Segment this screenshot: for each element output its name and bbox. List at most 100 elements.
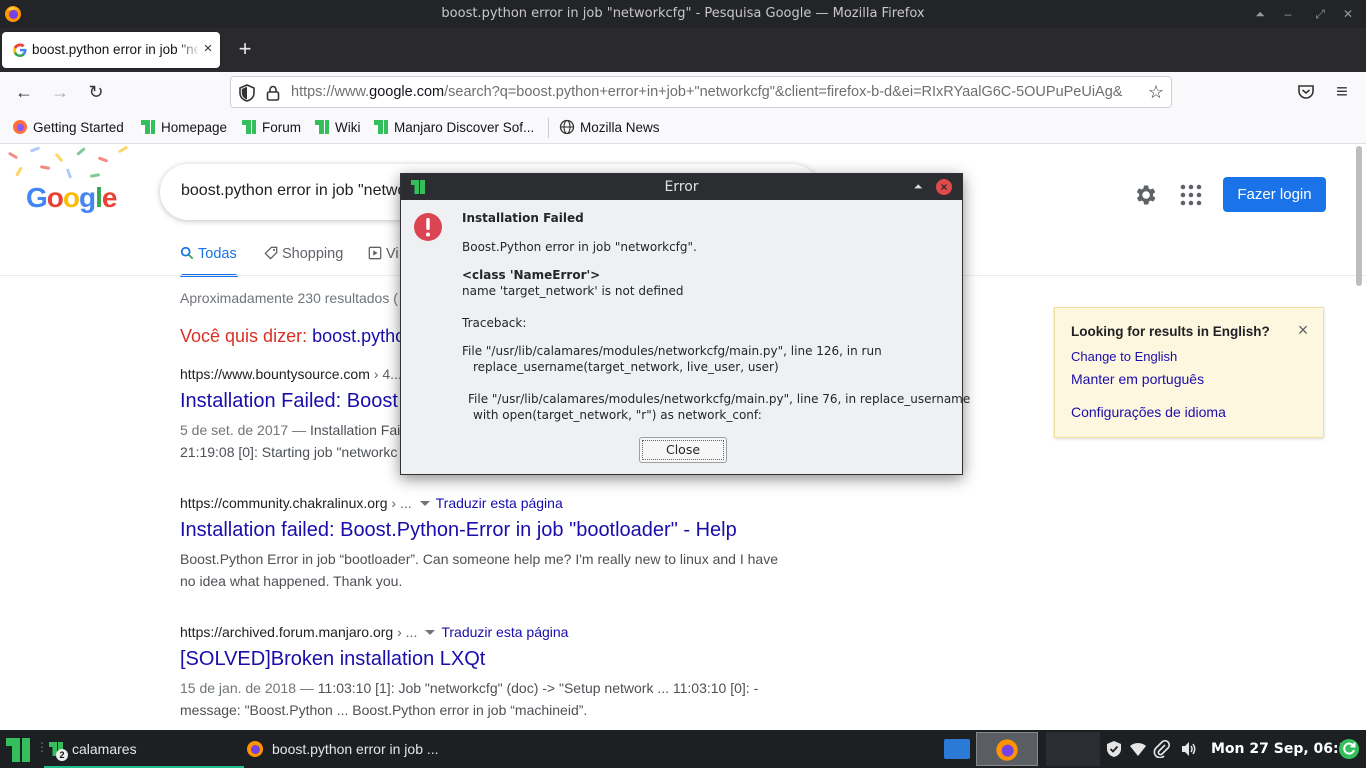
dialog-title: Error xyxy=(664,179,699,195)
tab-google-search[interactable]: boost.python error in job "networkcfg" -… xyxy=(2,32,220,68)
update-icon[interactable] xyxy=(1338,738,1360,760)
url-bar[interactable]: https://www.google.com/search?q=boost.py… xyxy=(230,76,1172,108)
result-url[interactable]: https://archived.forum.manjaro.org › ...… xyxy=(180,624,800,640)
page-scrollbar[interactable] xyxy=(1356,146,1362,286)
bookmark-homepage[interactable]: Homepage xyxy=(140,119,227,137)
globe-icon xyxy=(559,119,575,135)
volume-icon[interactable] xyxy=(1180,740,1198,758)
bookmark-getting-started[interactable]: Getting Started xyxy=(12,119,124,137)
language-settings-link[interactable]: Configurações de idioma xyxy=(1071,404,1226,420)
chevron-down-icon[interactable] xyxy=(419,501,430,506)
error-dialog: Error ⏶ × Installation Failed Boost.Pyth… xyxy=(400,173,970,475)
search-result: https://community.chakralinux.org › ... T… xyxy=(180,495,800,592)
english-prompt-heading: Looking for results in English? xyxy=(1071,324,1270,339)
maximize-button[interactable]: ⤢ xyxy=(1310,4,1330,24)
did-you-mean-link[interactable]: boost.pytho xyxy=(312,326,405,346)
english-results-prompt: Looking for results in English? × Change… xyxy=(1054,307,1324,438)
did-you-mean: Você quis dizer: boost.pytho xyxy=(180,326,406,346)
dialog-heading: Installation Failed xyxy=(462,211,584,225)
bookmarks-toolbar: Getting Started Homepage Forum Wiki Manj… xyxy=(0,112,1366,144)
bookmark-wiki[interactable]: Wiki xyxy=(314,119,361,137)
manjaro-icon xyxy=(374,120,388,134)
result-snippet: Boost.Python Error in job “bootloader”. … xyxy=(180,551,778,589)
search-query-text[interactable]: boost.python error in job "netwo xyxy=(181,182,406,200)
reload-button[interactable]: ↻ xyxy=(84,80,108,104)
navigation-toolbar: ← → ↻ https://www.google.com/search?q=bo… xyxy=(0,72,1366,112)
workspace-2[interactable] xyxy=(976,732,1038,766)
video-icon xyxy=(368,246,382,260)
workspace-1[interactable] xyxy=(944,739,970,759)
traceback-label: Traceback: xyxy=(462,316,527,330)
tag-icon xyxy=(264,246,278,260)
change-to-english-link[interactable]: Change to English xyxy=(1071,349,1177,364)
error-message: Boost.Python error in job "networkcfg". xyxy=(462,240,697,254)
traceback-code-line: replace_username(target_network, live_us… xyxy=(473,360,779,374)
tab-bar: boost.python error in job "networkcfg" -… xyxy=(0,28,1366,72)
result-snippet: 15 de jan. de 2018 — 11:03:10 [1]: Job "… xyxy=(180,680,759,718)
google-apps-icon[interactable] xyxy=(1180,184,1202,206)
window-titlebar: boost.python error in job "networkcfg" -… xyxy=(0,0,1366,28)
google-doodle-logo[interactable]: Google xyxy=(26,182,117,214)
tab-todas[interactable]: Todas xyxy=(180,246,237,262)
firefox-icon xyxy=(996,739,1018,761)
result-url[interactable]: https://community.chakralinux.org › ... T… xyxy=(180,495,800,511)
taskbar: ⋮ 2 calamares boost.python error in job … xyxy=(0,730,1366,768)
bookmark-separator xyxy=(548,118,549,138)
url-text[interactable]: https://www.google.com/search?q=boost.py… xyxy=(291,84,1153,100)
error-class: <class 'NameError'> xyxy=(462,268,601,282)
forward-button[interactable]: → xyxy=(48,80,72,104)
close-window-button[interactable]: ✕ xyxy=(1338,4,1358,24)
shade-icon[interactable]: ⏶ xyxy=(909,178,927,196)
task-label: boost.python error in job ... xyxy=(272,741,439,757)
manjaro-icon xyxy=(141,120,155,134)
translate-link[interactable]: Traduzir esta página xyxy=(436,495,563,511)
bookmark-manjaro-discover[interactable]: Manjaro Discover Sof... xyxy=(373,119,534,137)
back-button[interactable]: ← xyxy=(12,80,36,104)
traceback-file-line: File "/usr/lib/calamares/modules/network… xyxy=(468,392,971,406)
close-icon[interactable]: × xyxy=(1293,320,1313,340)
shield-icon[interactable] xyxy=(1105,740,1123,758)
result-stats: Aproximadamente 230 resultados ( xyxy=(180,290,398,306)
paperclip-icon[interactable] xyxy=(1153,740,1171,758)
minimize-button[interactable]: – xyxy=(1278,4,1298,24)
pocket-icon[interactable] xyxy=(1296,82,1316,102)
tab-videos[interactable]: Vi xyxy=(368,246,399,262)
dialog-titlebar[interactable]: Error ⏶ × xyxy=(401,174,962,200)
firefox-icon xyxy=(13,120,27,134)
close-button[interactable]: Close xyxy=(639,437,727,463)
window-count-badge: 2 xyxy=(56,749,68,761)
manjaro-menu-icon[interactable] xyxy=(4,736,32,764)
translate-link[interactable]: Traduzir esta página xyxy=(441,624,568,640)
menu-hamburger-icon[interactable]: ≡ xyxy=(1330,80,1354,104)
clock[interactable]: Mon 27 Sep, 06:18 xyxy=(1211,741,1358,757)
bookmark-mozilla-news[interactable]: Mozilla News xyxy=(559,119,660,137)
search-icon xyxy=(180,246,194,260)
traceback-code-line: with open(target_network, "r") as networ… xyxy=(473,408,762,422)
wifi-icon[interactable] xyxy=(1129,740,1147,758)
tab-label: boost.python error in job "networkcfg" -… xyxy=(32,42,198,57)
tab-close-icon[interactable]: × xyxy=(200,40,216,58)
google-favicon-icon xyxy=(13,43,27,57)
lock-icon[interactable] xyxy=(263,83,283,103)
login-button[interactable]: Fazer login xyxy=(1223,177,1326,212)
dialog-body: Installation Failed Boost.Python error i… xyxy=(401,200,970,474)
tab-shopping[interactable]: Shopping xyxy=(264,246,343,262)
tracking-shield-icon[interactable] xyxy=(237,83,257,103)
keep-portuguese-link[interactable]: Manter em português xyxy=(1071,371,1204,387)
manjaro-icon xyxy=(242,120,256,134)
dialog-close-icon[interactable]: × xyxy=(936,179,952,195)
result-title-link[interactable]: [SOLVED]Broken installation LXQt xyxy=(180,648,800,671)
shade-icon[interactable]: ⏶ xyxy=(1250,4,1270,24)
error-detail: name 'target_network' is not defined xyxy=(462,284,684,298)
bookmark-star-icon[interactable]: ☆ xyxy=(1145,81,1167,103)
workspace-3[interactable] xyxy=(1046,732,1100,766)
result-title-link[interactable]: Installation failed: Boost.Python-Error … xyxy=(180,519,800,542)
bookmark-forum[interactable]: Forum xyxy=(241,119,301,137)
new-tab-button[interactable]: + xyxy=(232,36,258,64)
taskbar-task-calamares[interactable]: 2 calamares xyxy=(44,730,244,768)
chevron-down-icon[interactable] xyxy=(425,630,436,635)
settings-gear-icon[interactable] xyxy=(1132,182,1158,208)
taskbar-task-firefox[interactable]: boost.python error in job ... xyxy=(244,730,474,768)
traceback-file-line: File "/usr/lib/calamares/modules/network… xyxy=(462,344,882,358)
task-label: calamares xyxy=(72,741,137,757)
